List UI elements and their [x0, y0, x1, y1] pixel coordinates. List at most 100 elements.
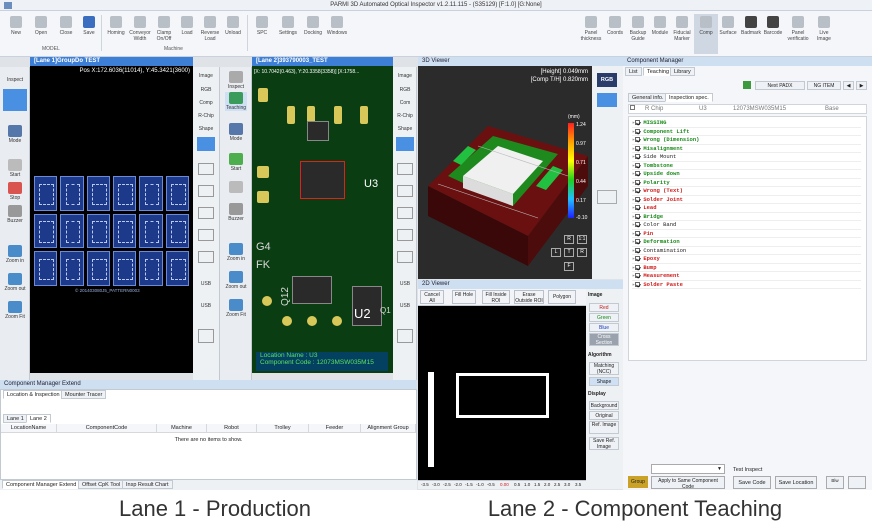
list-item[interactable]: ▸ MISSING [632, 119, 861, 128]
next-padx-button[interactable]: Next PADX [755, 81, 805, 90]
save-button[interactable]: Save [77, 14, 101, 54]
item-checkbox[interactable] [635, 145, 641, 151]
item-checkbox[interactable] [635, 222, 641, 228]
lane2-crop-tool-icon[interactable] [397, 163, 413, 175]
list-item[interactable]: ▸ Bump [632, 264, 861, 272]
item-checkbox[interactable] [635, 179, 641, 185]
lane2-teaching-button[interactable]: Teaching [225, 92, 247, 111]
lane2-stop-button[interactable] [229, 181, 243, 193]
view-button-1to1[interactable]: 1:1 [577, 235, 587, 244]
list-item[interactable]: ▸ Solder Paste [632, 281, 861, 289]
barcode-button[interactable]: Barcode [761, 14, 785, 54]
tab-component-manager-extend[interactable]: Component Manager Extend [2, 480, 81, 489]
lane2-export-icon[interactable] [397, 329, 413, 343]
item-checkbox[interactable] [635, 128, 641, 134]
tab-lane-2[interactable]: Lane 2 [26, 414, 51, 423]
lane2-com-option[interactable]: Com [394, 100, 416, 106]
col-robot[interactable]: Robot [207, 424, 257, 433]
col-machine[interactable]: Machine [157, 424, 207, 433]
save-location-button[interactable]: Save Location [775, 476, 817, 489]
new-button[interactable]: New [4, 14, 28, 54]
lane2-start-button[interactable]: Start [225, 153, 247, 172]
badmark-button[interactable]: Badmark [739, 14, 763, 54]
live-image-button[interactable]: Live Image [812, 14, 836, 54]
settings-button[interactable]: Settings [276, 14, 300, 54]
lane1-pan-tool-icon[interactable] [198, 251, 214, 263]
capture-icon[interactable] [597, 190, 617, 204]
backup-guide-button[interactable]: Backup Guide [626, 14, 650, 54]
docking-button[interactable]: Docking [301, 14, 325, 54]
lane2-pan-tool-icon[interactable] [397, 251, 413, 263]
lane2-selected-component-u3[interactable] [300, 161, 345, 199]
lane1-board-view[interactable]: Pos X:172.6036(11014), Y:45.3421(3600) ©… [30, 66, 193, 373]
list-item[interactable]: ▸ Solder Joint [632, 196, 861, 204]
matching-ncc-button[interactable]: Matching (NCC) [589, 362, 619, 375]
lane1-usb-option[interactable]: USB [195, 281, 217, 287]
item-checkbox[interactable] [635, 213, 641, 219]
save-code-button[interactable]: Save Code [733, 476, 771, 489]
tab-mounter-tracer[interactable]: Mounter Tracer [61, 390, 107, 399]
lane1-zoom-out-button[interactable]: Zoom out [4, 273, 26, 292]
item-checkbox[interactable] [635, 188, 641, 194]
item-checkbox[interactable] [635, 247, 641, 253]
item-checkbox[interactable] [635, 264, 641, 270]
lane1-usb-option-2[interactable]: USB [195, 303, 217, 309]
lane2-usb-option[interactable]: USB [394, 281, 416, 287]
surface-button[interactable]: Surface [716, 14, 740, 54]
subtab-inspection-spec[interactable]: Inspection spec. [665, 93, 713, 102]
item-checkbox[interactable] [635, 137, 641, 143]
lane1-crop-tool-icon[interactable] [198, 163, 214, 175]
lane1-inspect-button[interactable]: Inspect [4, 77, 26, 83]
lane2-usb-option-2[interactable]: USB [394, 303, 416, 309]
lane1-shape-select-icon[interactable] [197, 137, 215, 151]
list-item[interactable]: ▸ Tombstone [632, 162, 861, 170]
list-item[interactable]: ▸ Bridge [632, 213, 861, 221]
lane1-align-tool-icon[interactable] [198, 229, 214, 241]
panel-verification-button[interactable]: Panel verificatio [784, 14, 812, 54]
tab-lane-1[interactable]: Lane 1 [3, 414, 28, 423]
fiducial-marker-button[interactable]: Fiducial Marker [670, 14, 694, 54]
lane1-export-icon[interactable] [198, 329, 214, 343]
view-button-r[interactable]: R [564, 235, 574, 244]
lane2-shape-select-icon[interactable] [396, 137, 414, 151]
fill-hole-button[interactable]: Fill Hole [452, 290, 476, 304]
lane1-measure-tool-icon[interactable] [198, 207, 214, 219]
item-checkbox[interactable] [635, 162, 641, 168]
spc-button[interactable]: SPC [250, 14, 274, 54]
lane2-zoom-out-button[interactable]: Zoom out [225, 271, 247, 290]
item-checkbox[interactable] [635, 154, 641, 160]
view-button-top[interactable]: T [564, 248, 574, 257]
lane1-comp-option[interactable]: Comp [195, 100, 217, 106]
item-checkbox[interactable] [635, 171, 641, 177]
lane2-buzzer-button[interactable]: Buzzer [225, 203, 247, 222]
cross-section-button[interactable]: Cross Section [589, 333, 619, 346]
col-component-code[interactable]: ComponentCode [57, 424, 157, 433]
rgb-toggle-button[interactable]: RGB [597, 73, 617, 87]
erase-outside-roi-button[interactable]: Erase Outside ROI [514, 290, 544, 304]
lane2-measure-tool-icon[interactable] [397, 207, 413, 219]
list-item[interactable]: ▸ Pin [632, 230, 861, 238]
original-button[interactable]: Original [589, 411, 619, 420]
lane2-inspect-button[interactable]: Inspect [225, 71, 247, 90]
col-trolley[interactable]: Trolley [257, 424, 309, 433]
ref-image-button[interactable]: Ref. Image [589, 421, 619, 434]
component-code-dropdown[interactable]: ▼ [651, 464, 725, 474]
item-checkbox[interactable] [635, 256, 641, 262]
windows-button[interactable]: Windows [325, 14, 349, 54]
view-button-front[interactable]: F [564, 262, 574, 271]
shape-algorithm-button[interactable]: Shape [589, 377, 619, 386]
list-item[interactable]: ▸ Polarity [632, 179, 861, 187]
item-checkbox[interactable] [635, 273, 641, 279]
export-icon[interactable] [848, 476, 866, 489]
list-item[interactable]: ▸ Side Mount [632, 153, 861, 162]
prev-arrow-button[interactable]: ◀ [843, 81, 854, 90]
lane2-zoom-fit-button[interactable]: Zoom Fit [225, 299, 247, 318]
lane1-mode-button[interactable]: Mode [4, 125, 26, 144]
tab-teaching[interactable]: Teaching [643, 67, 674, 76]
lane2-board-view[interactable]: [X: 10.7042(0.463), Y:20.3358(3358)] [X:… [252, 66, 393, 373]
next-arrow-button[interactable]: ▶ [856, 81, 867, 90]
tab-list[interactable]: List [625, 67, 642, 76]
list-item[interactable]: ▸ Wrong (Text) [632, 187, 861, 196]
conveyor-width-button[interactable]: Conveyor Width [128, 14, 152, 54]
lane1-buzzer-button[interactable]: Buzzer [4, 205, 26, 224]
